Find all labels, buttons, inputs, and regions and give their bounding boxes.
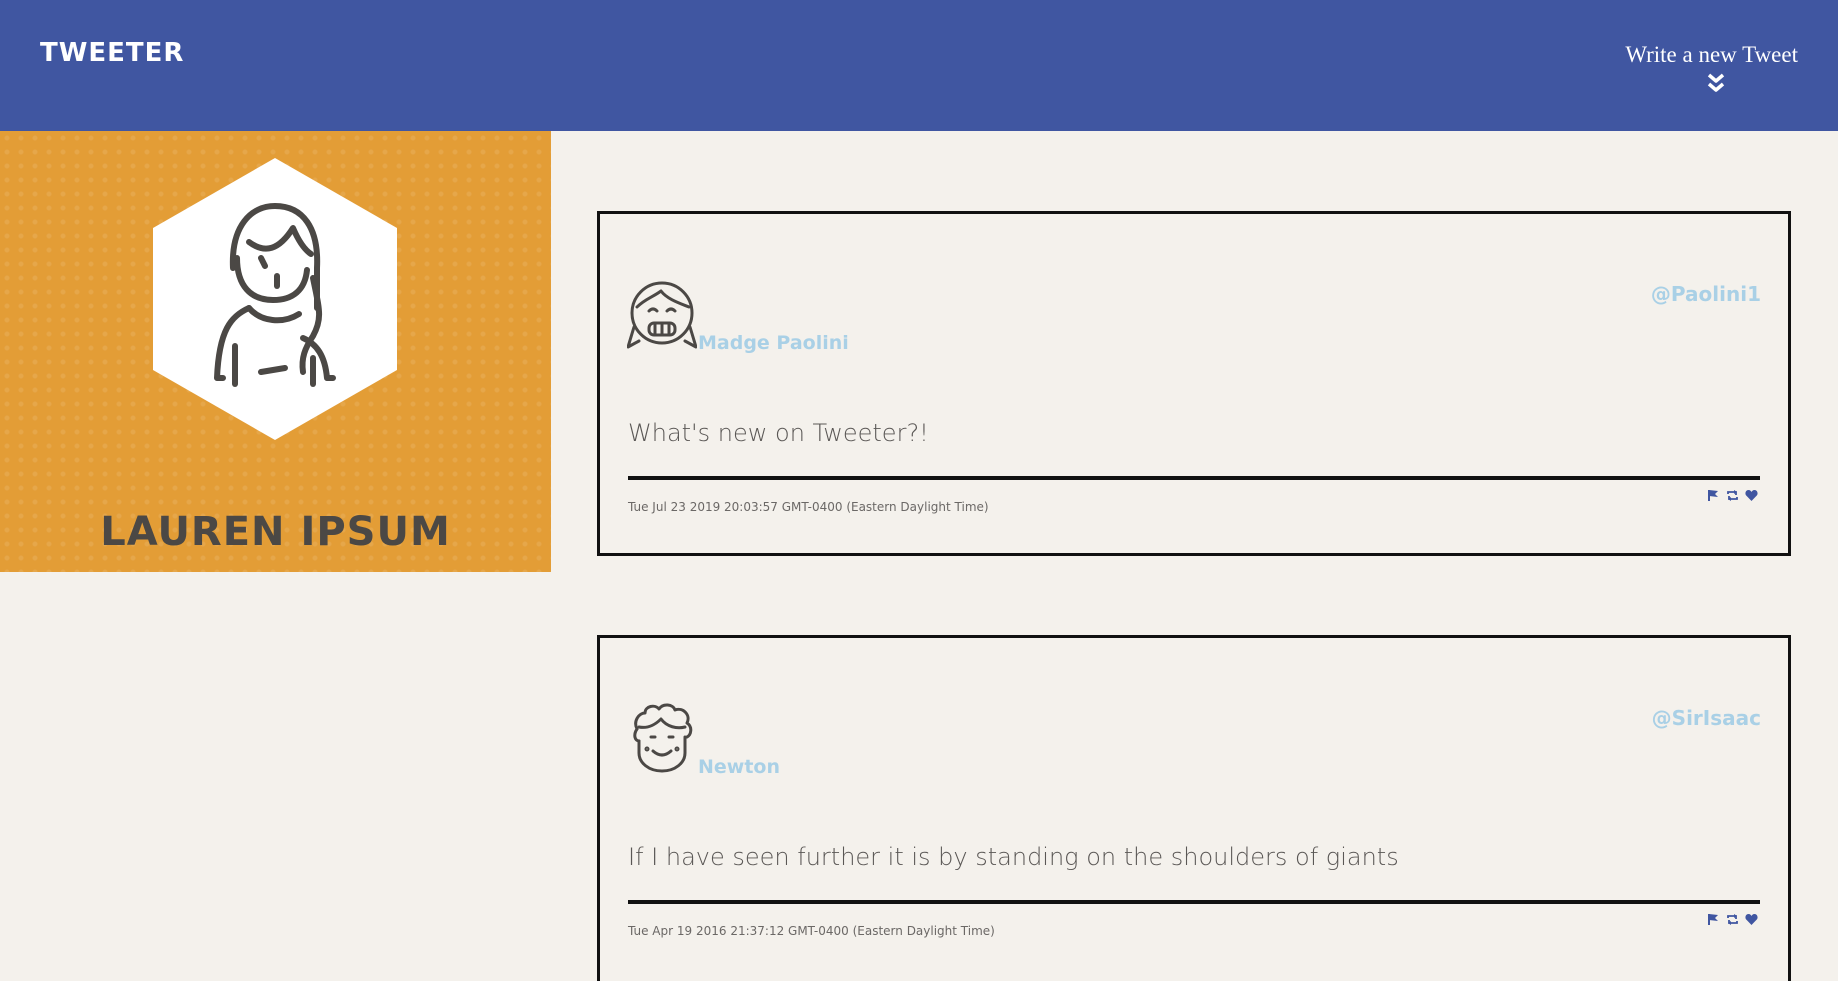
tweet-divider — [628, 900, 1760, 904]
compose-tweet-button[interactable]: Write a new Tweet — [1618, 42, 1798, 94]
retweet-icon[interactable] — [1726, 913, 1739, 926]
tweet-actions — [1707, 913, 1758, 926]
tweet-card: Newton @SirIsaac If I have seen further … — [597, 635, 1791, 981]
tweet-card: Madge Paolini @Paolini1 What's new on Tw… — [597, 211, 1791, 556]
tweet-author-name[interactable]: Madge Paolini — [698, 332, 849, 354]
nav-bar: TWEETER Write a new Tweet — [0, 0, 1838, 131]
woman-avatar-icon — [153, 158, 397, 440]
profile-name: LAUREN IPSUM — [100, 509, 451, 555]
tweet-author-name[interactable]: Newton — [698, 756, 780, 778]
tweet-divider — [628, 476, 1760, 480]
tweet-actions — [1707, 489, 1758, 502]
tweet-text: If I have seen further it is by standing… — [628, 843, 1399, 871]
heart-icon[interactable] — [1745, 489, 1758, 502]
compose-tweet-label[interactable]: Write a new Tweet — [1618, 42, 1798, 68]
profile-panel: LAUREN IPSUM — [0, 131, 551, 572]
tweet-timestamp: Tue Jul 23 2019 20:03:57 GMT-0400 (Easte… — [628, 500, 989, 514]
heart-icon[interactable] — [1745, 913, 1758, 926]
double-chevron-down-icon[interactable] — [1705, 72, 1727, 94]
flag-icon[interactable] — [1707, 913, 1720, 926]
tweet-author-handle[interactable]: @Paolini1 — [1651, 282, 1761, 306]
girl-avatar-icon — [627, 281, 697, 349]
retweet-icon[interactable] — [1726, 489, 1739, 502]
tweet-text: What's new on Tweeter?! — [628, 419, 929, 447]
logo[interactable]: TWEETER — [40, 38, 184, 68]
tweet-author-handle[interactable]: @SirIsaac — [1652, 706, 1761, 730]
curly-hair-avatar-icon — [633, 703, 693, 773]
tweet-timestamp: Tue Apr 19 2016 21:37:12 GMT-0400 (Easte… — [628, 924, 995, 938]
flag-icon[interactable] — [1707, 489, 1720, 502]
